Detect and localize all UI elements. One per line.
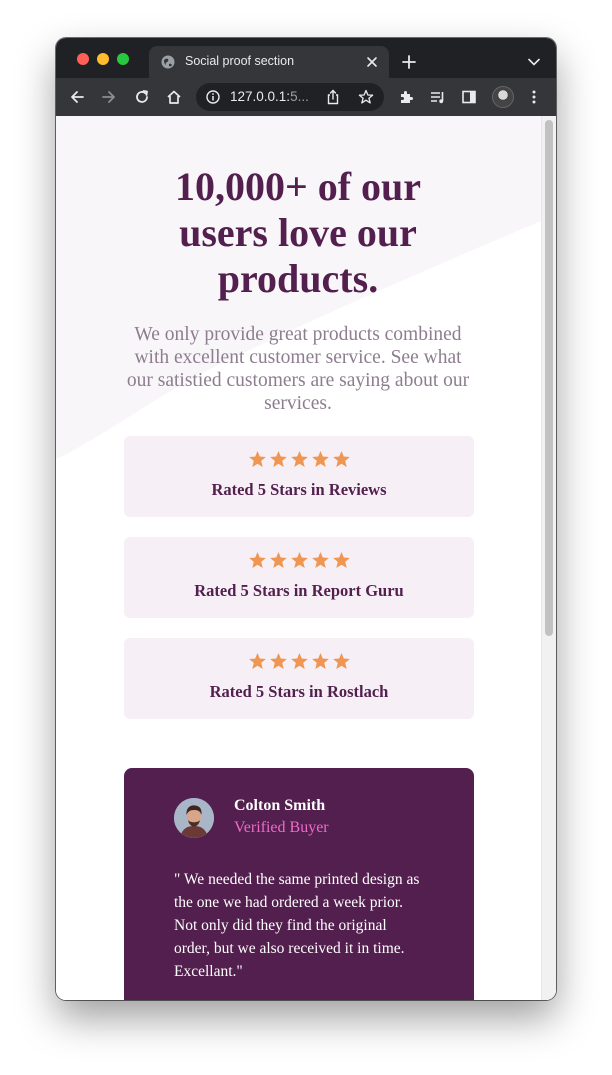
star-icon xyxy=(269,551,287,569)
rating-card: Rated 5 Stars in Report Guru xyxy=(124,537,474,618)
star-icon xyxy=(332,551,350,569)
rating-label: Rated 5 Stars in Report Guru xyxy=(194,581,404,600)
scrollbar[interactable] xyxy=(541,116,556,1000)
avatar xyxy=(174,798,214,838)
tab-strip: Social proof section xyxy=(56,38,556,78)
tab-title: Social proof section xyxy=(185,54,295,68)
globe-icon xyxy=(161,55,175,69)
share-icon[interactable] xyxy=(326,89,340,105)
browser-window: Social proof section 127.0.0.1:5... 10,0… xyxy=(56,38,556,1000)
plus-icon[interactable] xyxy=(402,55,416,69)
page-headline: 10,000+ of our users love our products. xyxy=(174,164,422,301)
minimize-window-button[interactable] xyxy=(97,53,109,65)
info-icon[interactable] xyxy=(206,90,220,104)
side-panel-icon[interactable] xyxy=(461,89,477,105)
star-rating xyxy=(124,450,474,470)
media-playlist-icon[interactable] xyxy=(430,89,446,105)
star-icon xyxy=(290,450,308,468)
reviewer-name: Colton Smith xyxy=(234,797,326,814)
star-icon xyxy=(311,551,329,569)
social-proof-page: 10,000+ of our users love our products. … xyxy=(56,116,541,1000)
maximize-window-button[interactable] xyxy=(117,53,129,65)
chevron-down-icon[interactable] xyxy=(528,58,540,66)
star-icon xyxy=(332,450,350,468)
star-icon xyxy=(290,652,308,670)
star-icon xyxy=(248,652,266,670)
star-icon[interactable] xyxy=(358,89,374,105)
verified-buyer-badge: Verified Buyer xyxy=(234,819,329,836)
kebab-menu-icon[interactable] xyxy=(526,89,542,105)
star-icon xyxy=(311,450,329,468)
testimonial-card: Colton Smith Verified Buyer " We needed … xyxy=(124,768,474,1000)
star-icon xyxy=(290,551,308,569)
close-icon[interactable] xyxy=(365,55,379,69)
home-icon[interactable] xyxy=(166,89,182,105)
rating-card: Rated 5 Stars in Rostlach xyxy=(124,638,474,719)
rating-label: Rated 5 Stars in Reviews xyxy=(211,480,387,499)
star-icon xyxy=(269,652,287,670)
rating-label: Rated 5 Stars in Rostlach xyxy=(209,682,389,701)
profile-avatar[interactable] xyxy=(492,86,514,108)
back-arrow-icon[interactable] xyxy=(69,89,85,105)
star-icon xyxy=(269,450,287,468)
forward-arrow-icon[interactable] xyxy=(101,89,117,105)
star-icon xyxy=(248,551,266,569)
star-icon xyxy=(332,652,350,670)
star-icon xyxy=(311,652,329,670)
tab-social-proof[interactable]: Social proof section xyxy=(149,46,389,78)
testimonial-quote: " We needed the same printed design as t… xyxy=(174,871,420,980)
close-window-button[interactable] xyxy=(77,53,89,65)
rating-card: Rated 5 Stars in Reviews xyxy=(124,436,474,517)
scrollbar-thumb[interactable] xyxy=(545,120,553,636)
url-host: 127.0.0.1: xyxy=(230,89,291,104)
star-rating xyxy=(124,652,474,672)
star-rating xyxy=(124,551,474,571)
star-icon xyxy=(248,450,266,468)
browser-toolbar: 127.0.0.1:5... xyxy=(56,78,556,116)
url-truncated: 5... xyxy=(290,89,309,104)
page-subtext: We only provide great products combined … xyxy=(126,324,470,414)
reload-icon[interactable] xyxy=(134,89,150,105)
url-text: 127.0.0.1:5... xyxy=(230,89,318,104)
address-bar[interactable]: 127.0.0.1:5... xyxy=(196,83,384,111)
page-viewport: 10,000+ of our users love our products. … xyxy=(56,116,556,1000)
extensions-puzzle-icon[interactable] xyxy=(398,89,414,105)
